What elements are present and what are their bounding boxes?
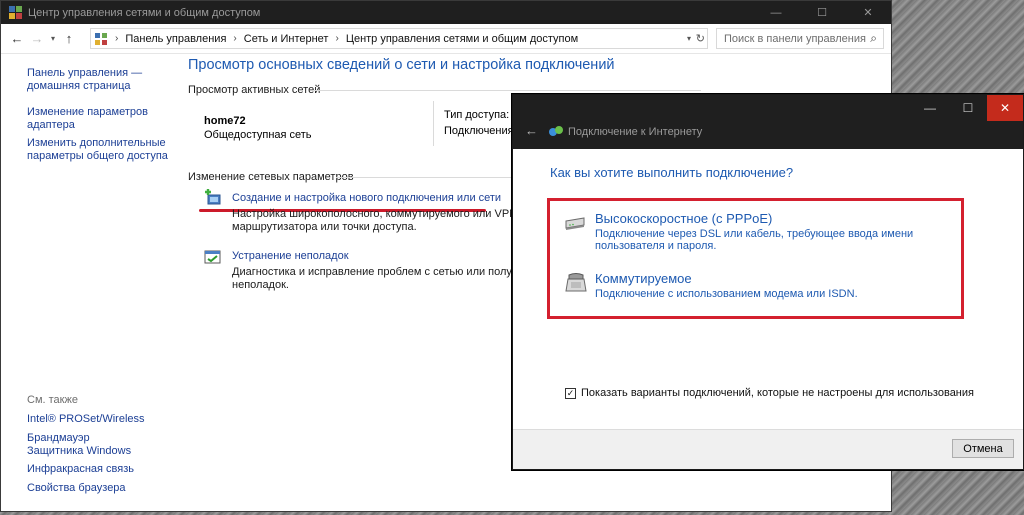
window-controls: — ☐ ✕	[753, 1, 891, 24]
main-titlebar[interactable]: Центр управления сетями и общим доступом…	[1, 1, 891, 24]
show-unconfigured-checkbox[interactable]: ✓	[565, 387, 576, 399]
page-title: Просмотр основных сведений о сети и наст…	[188, 57, 615, 73]
refresh-icon[interactable]: ↻	[696, 32, 705, 45]
dialup-phone-icon	[565, 273, 587, 292]
connections-label: Подключения:	[444, 125, 517, 137]
search-input[interactable]: Поиск в панели управления ⌕	[716, 28, 884, 49]
dialog-question: Как вы хотите выполнить подключение?	[550, 165, 794, 180]
troubleshoot-icon	[204, 250, 221, 264]
show-unconfigured-label[interactable]: Показать варианты подключений, которые н…	[581, 387, 974, 399]
see-also-firewall[interactable]: Брандмауэр Защитника Windows	[27, 432, 147, 458]
see-also-intel-proset[interactable]: Intel® PROSet/Wireless	[27, 413, 177, 426]
see-also-heading: См. также	[27, 394, 78, 406]
create-connection-link[interactable]: Создание и настройка нового подключения …	[232, 192, 501, 204]
dialog-minimize-button[interactable]: —	[911, 95, 949, 121]
breadcrumb-network-center[interactable]: Центр управления сетями и общим доступом	[346, 33, 578, 45]
broadband-modem-icon	[565, 217, 585, 230]
recent-pages-chevron-icon[interactable]: ▾	[47, 34, 59, 43]
address-field[interactable]: › Панель управления › Сеть и Интернет › …	[90, 28, 708, 49]
network-type-link: Общедоступная сеть	[204, 129, 312, 141]
minimize-button[interactable]: —	[753, 1, 799, 24]
change-settings-label: Изменение сетевых параметров	[188, 171, 354, 183]
troubleshoot-desc-1: Диагностика и исправление проблем с сеть…	[232, 266, 543, 278]
search-icon[interactable]: ⌕	[870, 31, 877, 46]
search-placeholder: Поиск в панели управления	[724, 32, 866, 45]
left-link-sharing-settings[interactable]: Изменить дополнительные параметры общего…	[27, 137, 177, 163]
vertical-divider	[433, 101, 434, 146]
active-networks-label: Просмотр активных сетей	[188, 84, 321, 96]
chevron-down-icon[interactable]: ▾	[687, 34, 691, 43]
network-name: home72	[204, 115, 246, 127]
create-connection-desc-2: маршрутизатора или точки доступа.	[232, 221, 417, 233]
dialog-maximize-button[interactable]: ☐	[949, 95, 987, 121]
option-dialup-title[interactable]: Коммутируемое	[595, 271, 692, 286]
option-broadband-desc: Подключение через DSL или кабель, требую…	[595, 228, 914, 252]
options-highlight-box: Высокоскоростное (с PPPoE) Подключение ч…	[547, 198, 964, 319]
dialog-title: Подключение к Интернету	[568, 126, 703, 138]
see-also-browser-properties[interactable]: Свойства браузера	[27, 482, 177, 495]
maximize-button[interactable]: ☐	[799, 1, 845, 24]
dialog-close-button[interactable]: ✕	[987, 95, 1023, 121]
dialog-titlebar[interactable]: — ☐ ✕ ← Подключение к Интернету	[513, 95, 1023, 149]
left-link-home[interactable]: Панель управления — домашняя страница	[27, 67, 177, 93]
section-divider	[313, 90, 701, 91]
chevron-right-icon[interactable]: ›	[335, 33, 338, 44]
dialog-window-controls: — ☐ ✕	[911, 95, 1023, 121]
chevron-right-icon[interactable]: ›	[233, 33, 236, 44]
chevron-right-icon[interactable]: ›	[115, 33, 118, 44]
dialog-footer: Отмена	[513, 429, 1023, 469]
up-arrow-icon[interactable]: ↑	[59, 31, 79, 46]
see-also-infrared[interactable]: Инфракрасная связь	[27, 463, 177, 476]
option-dialup-desc: Подключение с использованием модема или …	[595, 288, 858, 300]
troubleshoot-desc-2: неполадок.	[232, 279, 289, 291]
breadcrumb-network-internet[interactable]: Сеть и Интернет	[244, 33, 329, 45]
option-broadband-title[interactable]: Высокоскоростное (с PPPoE)	[595, 211, 772, 226]
access-type-label: Тип доступа:	[444, 109, 510, 121]
cancel-button[interactable]: Отмена	[952, 439, 1014, 458]
back-arrow-icon[interactable]: ←	[525, 123, 538, 138]
internet-connection-dialog: — ☐ ✕ ← Подключение к Интернету Как вы х…	[512, 94, 1024, 470]
create-connection-desc-1: Настройка широкополосного, коммутируемог…	[232, 208, 540, 220]
control-panel-icon	[9, 6, 22, 19]
control-panel-icon	[95, 32, 108, 45]
left-link-adapter-settings[interactable]: Изменение параметров адаптера	[27, 106, 177, 132]
back-arrow-icon[interactable]: ←	[7, 31, 27, 46]
internet-connection-icon	[549, 126, 563, 136]
forward-arrow-icon[interactable]: →	[27, 31, 47, 46]
section-divider	[336, 177, 516, 178]
breadcrumb-control-panel[interactable]: Панель управления	[125, 33, 226, 45]
window-title: Центр управления сетями и общим доступом	[28, 6, 261, 19]
address-toolbar: ← → ▾ ↑ › Панель управления › Сеть и Инт…	[1, 24, 891, 54]
show-unconfigured-option[interactable]: ✓ Показать варианты подключений, которые…	[565, 387, 974, 399]
new-connection-icon	[205, 189, 221, 205]
troubleshoot-link[interactable]: Устранение неполадок	[232, 250, 349, 262]
close-button[interactable]: ✕	[845, 1, 891, 24]
